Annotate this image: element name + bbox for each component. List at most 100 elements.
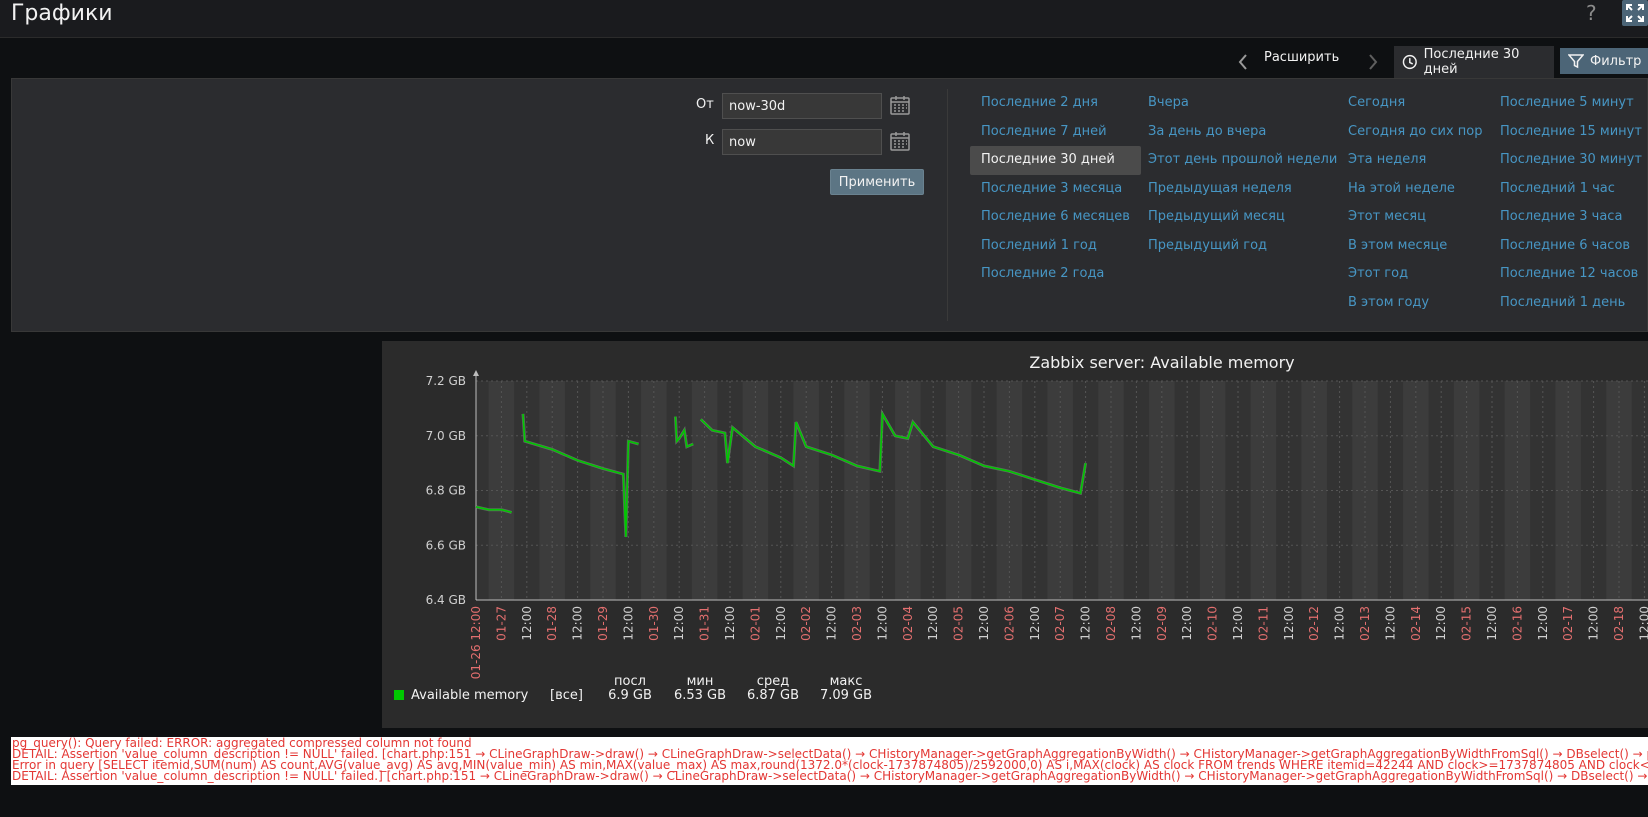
quick-range-link[interactable]: Последний 1 год [970, 232, 1141, 261]
apply-button[interactable]: Применить [830, 169, 924, 195]
x-tick-label: 12:00 [672, 606, 686, 641]
quick-range-link[interactable]: Последние 6 часов [1489, 232, 1648, 261]
x-tick-label: 12:00 [1485, 606, 1499, 641]
x-tick-label: 12:00 [1637, 606, 1648, 641]
quick-range-link[interactable]: Эта неделя [1337, 146, 1494, 175]
filter-icon [1568, 54, 1584, 69]
x-tick-label: 02-10 [1206, 606, 1220, 641]
chevron-right-icon [1369, 54, 1378, 70]
x-tick-label: 01-29 [596, 606, 610, 641]
x-tick-label: 02-03 [850, 606, 864, 641]
x-tick-label: 02-01 [748, 606, 762, 641]
night-band [1517, 381, 1531, 600]
quick-range-link[interactable]: Последние 3 месяца [970, 175, 1141, 204]
quick-range-link[interactable]: В этом месяце [1337, 232, 1494, 261]
quick-range-link[interactable]: Этот день прошлой недели [1137, 146, 1348, 175]
x-tick-label: 02-15 [1460, 606, 1474, 641]
quick-range-link[interactable]: Последний 1 час [1489, 175, 1648, 204]
quick-ranges-column-1: Последние 2 дня Последние 7 дней Последние… [970, 89, 1141, 289]
quick-range-link[interactable]: Последние 5 минут [1489, 89, 1648, 118]
expand-button[interactable]: Расширить [1264, 50, 1339, 65]
quick-range-link[interactable]: Предыдущая неделя [1137, 175, 1348, 204]
x-tick-label: 02-18 [1612, 606, 1626, 641]
x-tick-label: 01-26 12:00 [469, 606, 483, 679]
help-icon[interactable]: ? [1586, 1, 1597, 25]
x-tick-label: 02-07 [1053, 606, 1067, 641]
night-band [1453, 381, 1467, 600]
night-band [1619, 381, 1632, 600]
night-band [603, 381, 616, 600]
x-tick-label: 12:00 [1333, 606, 1347, 641]
x-tick-label: 12:00 [1079, 606, 1093, 641]
quick-range-link[interactable]: В этом году [1337, 289, 1494, 318]
night-band [907, 381, 921, 600]
night-band [1403, 381, 1416, 600]
from-input[interactable] [722, 93, 882, 119]
chevron-left-icon [1238, 54, 1247, 70]
quick-range-link[interactable]: Этот месяц [1337, 203, 1494, 232]
y-tick-label: 7.0 GB [426, 429, 466, 443]
quick-ranges-column-2: Вчера За день до вчера Этот день прошлой н… [1148, 89, 1348, 260]
prev-period-button[interactable] [1232, 50, 1254, 74]
calendar-icon[interactable] [889, 130, 911, 152]
filter-panel: От К Применить Последние 2 дняПоследние … [11, 78, 1648, 332]
quick-range-link[interactable]: Последние 7 дней [970, 118, 1141, 147]
x-tick-label: 02-16 [1510, 606, 1524, 641]
tab-time-period[interactable]: Последние 30 дней [1394, 46, 1554, 78]
quick-range-link[interactable]: Предыдущий год [1137, 232, 1348, 261]
graph-panel: Zabbix server: Available memory 7.2 GB 7.0… [382, 341, 1648, 728]
quick-range-link[interactable]: Последний 1 день [1489, 289, 1648, 318]
quick-range-link[interactable]: Сегодня [1337, 89, 1494, 118]
quick-range-link[interactable]: Последние 2 года [970, 260, 1141, 289]
x-tick-label: 12:00 [1028, 606, 1042, 641]
quick-range-link[interactable]: Последние 3 часа [1489, 203, 1648, 232]
x-tick-label: 12:00 [977, 606, 991, 641]
quick-range-link[interactable]: Сегодня до сих пор [1337, 118, 1494, 147]
quick-range-link[interactable]: Последние 15 минут [1489, 118, 1648, 147]
x-tick-label: 02-11 [1256, 606, 1270, 641]
quick-range-link[interactable]: Последние 30 минут [1489, 146, 1648, 175]
next-period-button[interactable] [1362, 50, 1384, 74]
night-band [1047, 381, 1061, 600]
quick-range-link[interactable]: На этой неделе [1337, 175, 1494, 204]
y-tick-label: 6.6 GB [426, 538, 466, 552]
quick-range-link[interactable]: За день до вчера [1137, 118, 1348, 147]
x-tick-label: 12:00 [571, 606, 585, 641]
x-tick-label: 01-30 [647, 606, 661, 641]
night-band [653, 381, 667, 600]
quick-range-link[interactable]: Последние 30 дней [970, 146, 1141, 175]
fullscreen-button[interactable] [1622, 0, 1648, 26]
legend-stat-value: 6.87 GB [747, 688, 799, 703]
x-tick-label: 01-31 [698, 606, 712, 641]
page-header: Графики ? [0, 0, 1648, 38]
quick-range-link[interactable]: Последние 12 часов [1489, 260, 1648, 289]
x-tick-label: 12:00 [1129, 606, 1143, 641]
to-input[interactable] [722, 129, 882, 155]
x-tick-label: 02-08 [1104, 606, 1118, 641]
tab-filter[interactable]: Фильтр [1560, 48, 1648, 74]
x-tick-label: 02-17 [1561, 606, 1575, 641]
time-toolbar: Расширить Последние 30 дней Фильтр [0, 46, 1648, 78]
x-tick-label: 12:00 [723, 606, 737, 641]
period-label: Последние 30 дней [1423, 47, 1520, 77]
legend-stat-value: 6.9 GB [608, 688, 652, 703]
legend-stat-header: макс [830, 674, 863, 689]
night-band [488, 381, 502, 600]
quick-range-link[interactable]: Предыдущий месяц [1137, 203, 1348, 232]
x-tick-label: 12:00 [1180, 606, 1194, 641]
y-axis-arrow [473, 370, 479, 376]
x-tick-label: 12:00 [1383, 606, 1397, 641]
quick-range-link[interactable]: Этот год [1337, 260, 1494, 289]
calendar-icon[interactable] [889, 94, 911, 116]
night-band [958, 381, 972, 600]
night-band [1568, 381, 1581, 600]
quick-range-link[interactable]: Последние 2 дня [970, 89, 1141, 118]
quick-range-link[interactable]: Последние 6 месяцев [970, 203, 1141, 232]
x-tick-label: 02-12 [1307, 606, 1321, 641]
night-band [742, 381, 756, 600]
quick-range-link[interactable]: Вчера [1137, 89, 1348, 118]
x-tick-label: 12:00 [1231, 606, 1245, 641]
night-band [1098, 381, 1111, 600]
y-tick-label: 7.2 GB [426, 374, 466, 388]
from-label: От [696, 97, 714, 112]
